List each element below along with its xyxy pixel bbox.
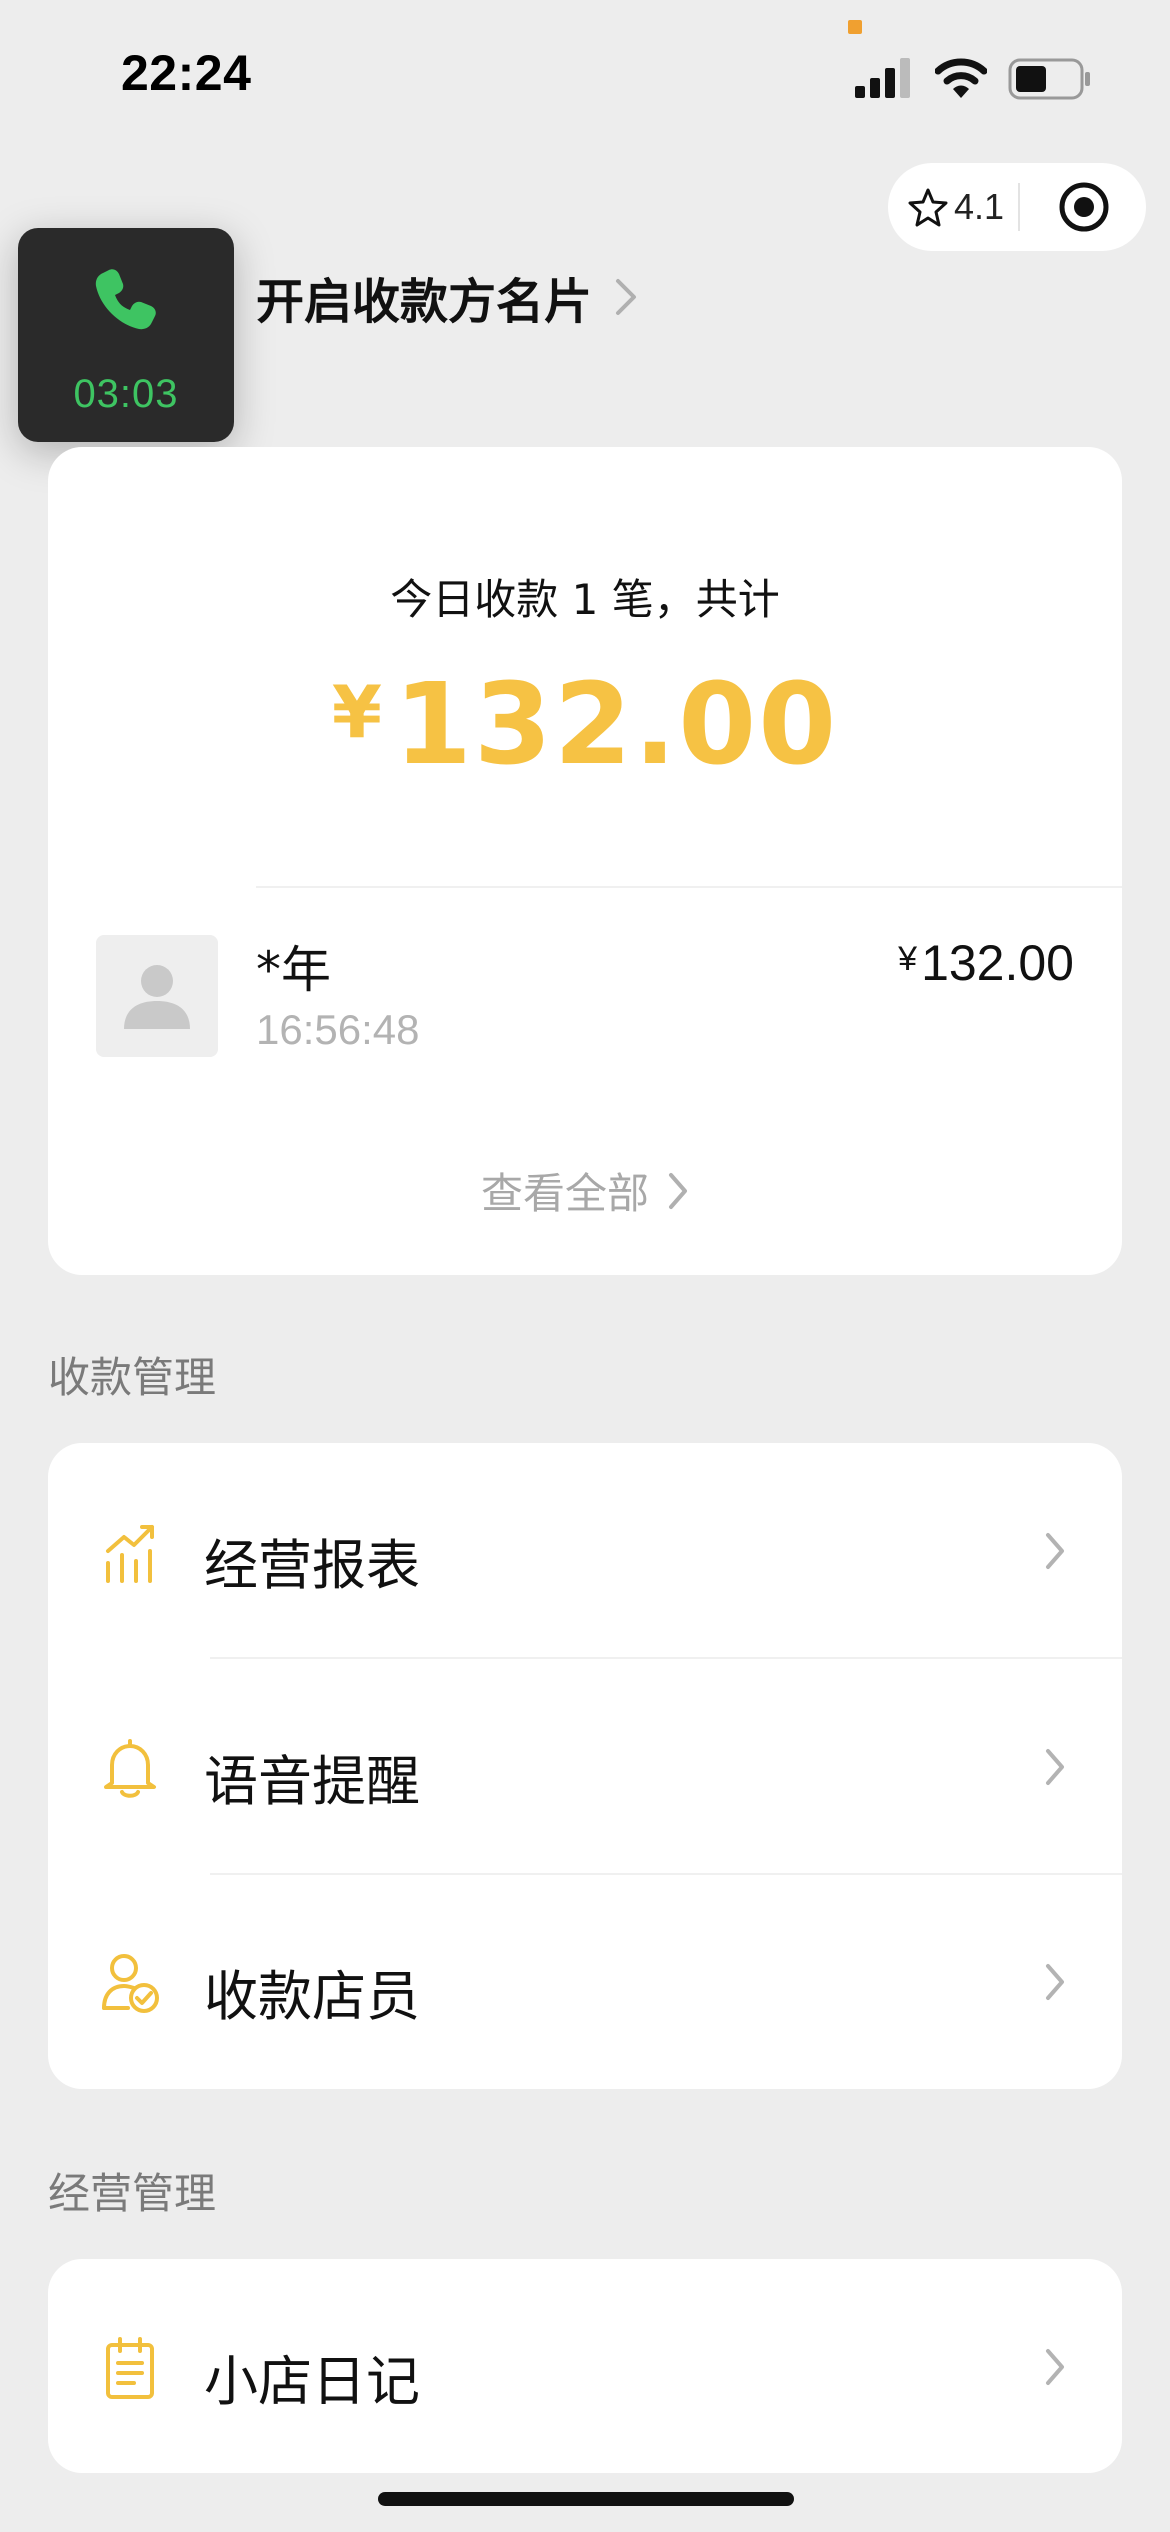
menu-item-business-report[interactable]: 经营报表 [48,1443,1122,1657]
menu-item-shop-diary[interactable]: 小店日记 [48,2259,1122,2473]
phone-icon [95,269,156,330]
today-total-amount: ¥132.00 [0,660,1170,790]
total-value: 132.00 [393,660,839,790]
section-title-business-management: 经营管理 [48,2169,217,2218]
user-placeholder-icon [124,965,190,1029]
transaction-amount-value: 132.00 [921,935,1074,991]
chevron-right-icon [1046,1749,1064,1785]
chevron-right-icon [616,279,637,315]
notepad-icon [106,2337,154,2399]
home-indicator[interactable] [378,2492,794,2506]
chevron-right-icon [1046,1533,1064,1569]
transaction-amount: ¥132.00 [860,934,1074,992]
star-outline-icon[interactable] [908,187,948,227]
section-title-payment-management: 收款管理 [48,1353,217,1402]
staff-check-icon [102,1954,159,2013]
divider [256,886,1122,888]
status-time: 22:24 [121,45,252,101]
battery-icon [1008,58,1090,100]
menu-item-label: 语音提醒 [204,1750,420,1813]
capsule-divider [1018,183,1020,231]
menu-item-payment-staff[interactable]: 收款店员 [48,1874,1122,2088]
report-chart-icon [106,1525,154,1583]
avatar [96,935,218,1057]
call-timer: 03:03 [73,372,179,416]
cellular-signal-icon [855,58,910,98]
transaction-payer-name: *年 [256,941,331,999]
wifi-icon [935,58,987,98]
view-all-link[interactable]: 查看全部 [0,1160,1170,1221]
mic-indicator-dot [848,20,862,34]
rating-value[interactable]: 4.1 [954,186,1004,228]
bell-icon [104,1739,156,1798]
chevron-right-icon [669,1172,687,1209]
today-collection-text: 今日收款 1 笔，共计 [390,575,780,624]
transaction-time: 16:56:48 [256,1006,420,1053]
target-record-icon[interactable] [1058,181,1110,233]
view-all-label: 查看全部 [480,1169,649,1218]
floating-call-widget[interactable]: 03:03 [18,228,234,442]
menu-item-label: 小店日记 [204,2350,420,2413]
menu-item-label: 收款店员 [204,1965,420,2028]
menu-item-voice-reminder[interactable]: 语音提醒 [48,1659,1122,1873]
currency-symbol: ¥ [898,940,918,978]
chevron-right-icon [1046,1964,1064,2000]
currency-symbol: ¥ [331,670,384,754]
mini-program-capsule: 4.1 [888,163,1146,251]
menu-item-label: 经营报表 [204,1534,420,1597]
chevron-right-icon [1046,2349,1064,2385]
